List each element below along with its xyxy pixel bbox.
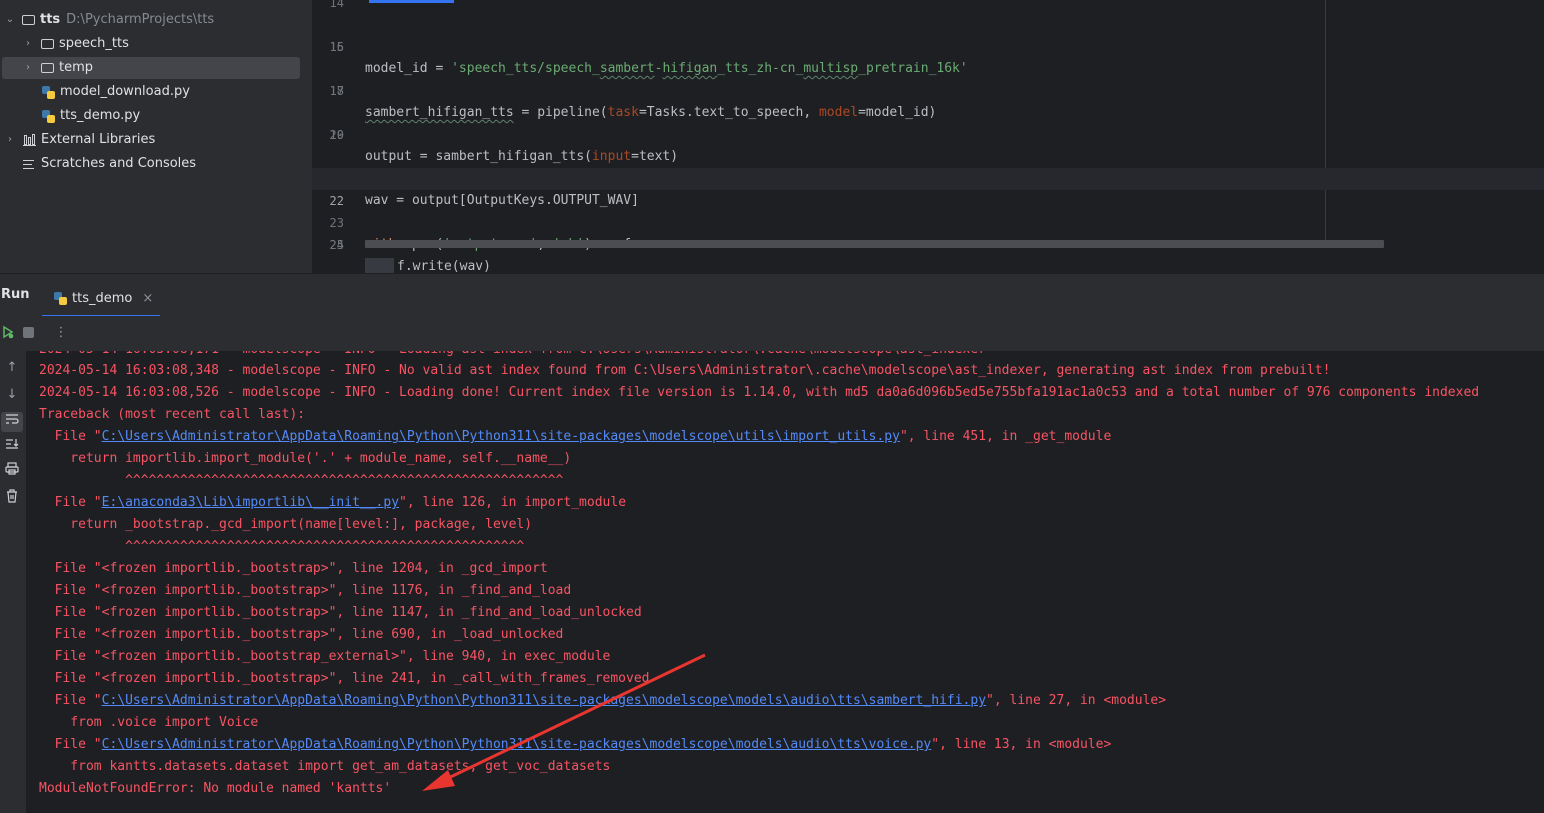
console-line: File "C:\Users\Administrator\AppData\Roa… bbox=[39, 429, 1112, 444]
library-icon bbox=[23, 134, 36, 146]
rerun-icon[interactable] bbox=[0, 325, 16, 341]
console-line: return importlib.import_module('.' + mod… bbox=[39, 451, 572, 466]
tree-item-external-libraries[interactable]: › External Libraries bbox=[4, 129, 155, 151]
run-title: Run bbox=[1, 287, 30, 302]
console-side-toolbar: ↑ ↓ bbox=[0, 351, 26, 813]
console-line: from .voice import Voice bbox=[39, 715, 259, 730]
tree-item-label: speech_tts bbox=[59, 36, 129, 51]
tree-item-label: model_download.py bbox=[60, 84, 190, 99]
chevron-right-icon[interactable]: › bbox=[22, 33, 34, 55]
scroll-to-end-icon[interactable] bbox=[1, 437, 23, 457]
close-icon[interactable]: × bbox=[142, 291, 153, 306]
line-number: 20 bbox=[329, 128, 344, 142]
code-line[interactable]: 19 output = sambert_hifigan_tts(input=te… bbox=[312, 102, 1544, 164]
current-line[interactable]: 22 bbox=[312, 168, 1544, 208]
line-number: 25 bbox=[329, 238, 344, 252]
project-tool-window: ⌄ tts D:\PycharmProjects\tts › speech_tt… bbox=[0, 0, 312, 273]
file-link[interactable]: C:\Users\Administrator\AppData\Roaming\P… bbox=[102, 737, 932, 752]
tree-item-tts-demo[interactable]: tts_demo.py bbox=[42, 105, 140, 127]
line-number: 14 bbox=[329, 0, 344, 10]
console-line: File "<frozen importlib._bootstrap>", li… bbox=[39, 583, 572, 598]
console-line: return _bootstrap._gcd_import(name[level… bbox=[39, 517, 533, 532]
code-editor[interactable]: 14 15 model_id = 'speech_tts/speech_samb… bbox=[312, 0, 1544, 276]
tree-item-model-download[interactable]: model_download.py bbox=[42, 81, 190, 103]
print-icon[interactable] bbox=[1, 462, 23, 482]
chevron-down-icon[interactable]: ⌄ bbox=[4, 9, 16, 31]
code-line[interactable]: 23 with open('output.wav', 'wb') as f: bbox=[312, 190, 1544, 252]
console-line: File "<frozen importlib._bootstrap>", li… bbox=[39, 605, 642, 620]
chevron-right-icon[interactable]: › bbox=[22, 57, 34, 79]
code-line[interactable]: 21 wav = output[OutputKeys.OUTPUT_WAV] bbox=[312, 146, 1544, 208]
folder-icon bbox=[22, 15, 35, 25]
arrow-down-icon[interactable]: ↓ bbox=[1, 385, 23, 405]
arrow-up-icon[interactable]: ↑ bbox=[1, 358, 23, 378]
tab-tts-demo[interactable]: tts_demo × bbox=[42, 282, 160, 317]
soft-wrap-icon[interactable] bbox=[1, 412, 23, 432]
file-link[interactable]: E:\anaconda3\Lib\importlib\__init__.py bbox=[102, 495, 399, 510]
console-line: File "<frozen importlib._bootstrap_exter… bbox=[39, 649, 611, 664]
file-link[interactable]: C:\Users\Administrator\AppData\Roaming\P… bbox=[102, 693, 986, 708]
tree-item-label: External Libraries bbox=[41, 132, 156, 147]
code-line[interactable]: 15 model_id = 'speech_tts/speech_sambert… bbox=[312, 14, 1544, 76]
tree-item-temp[interactable]: › temp bbox=[2, 57, 300, 79]
console-line: File "<frozen importlib._bootstrap>", li… bbox=[39, 561, 548, 576]
run-tool-window-header: Run tts_demo × bbox=[0, 273, 1544, 317]
horizontal-scrollbar[interactable] bbox=[365, 240, 1384, 248]
python-file-icon bbox=[54, 291, 67, 305]
stop-icon[interactable] bbox=[20, 325, 36, 341]
console-line: File "C:\Users\Administrator\AppData\Roa… bbox=[39, 737, 1112, 752]
trash-icon[interactable] bbox=[1, 489, 23, 509]
console-line: from kantts.datasets.dataset import get_… bbox=[39, 759, 611, 774]
chevron-right-icon[interactable]: › bbox=[4, 129, 16, 151]
console-line: File "C:\Users\Administrator\AppData\Roa… bbox=[39, 693, 1167, 708]
tree-item-label: tts_demo.py bbox=[60, 108, 141, 123]
console-line: 2024-05-14 16:03:08,348 - modelscope - I… bbox=[39, 363, 1331, 378]
file-link[interactable]: C:\Users\Administrator\AppData\Roaming\P… bbox=[102, 429, 900, 444]
root-name: tts bbox=[40, 12, 61, 27]
console-line: ^^^^^^^^^^^^^^^^^^^^^^^^^^^^^^^^^^^^^^^^… bbox=[39, 473, 564, 488]
tree-item-label: temp bbox=[59, 60, 94, 75]
root-path: D:\PycharmProjects\tts bbox=[66, 12, 215, 27]
folder-icon bbox=[41, 63, 54, 73]
more-vert-icon[interactable]: ⋮ bbox=[53, 325, 69, 341]
console-line: File "<frozen importlib._bootstrap>", li… bbox=[39, 671, 650, 686]
python-file-icon bbox=[42, 109, 55, 123]
console-line: File "E:\anaconda3\Lib\importlib\__init_… bbox=[39, 495, 627, 510]
tab-label: tts_demo bbox=[72, 290, 133, 306]
console-line: Traceback (most recent call last): bbox=[39, 407, 306, 422]
code-line[interactable]: 24 f.write(wav) bbox=[312, 212, 1544, 276]
error-line: ModuleNotFoundError: No module named 'ka… bbox=[39, 781, 392, 796]
line-number: 16 bbox=[329, 40, 344, 54]
code-line[interactable]: 17 sambert_hifigan_tts = pipeline(task=T… bbox=[312, 58, 1544, 120]
line-number: 18 bbox=[329, 84, 344, 98]
tree-item-scratches[interactable]: Scratches and Consoles bbox=[23, 153, 196, 175]
tree-item-speech-tts[interactable]: › speech_tts bbox=[22, 33, 129, 55]
console-output[interactable]: 2024-05-14 16:03:08,171 - modelscope - I… bbox=[27, 351, 1544, 813]
python-file-icon bbox=[42, 85, 55, 99]
console-line: File "<frozen importlib._bootstrap>", li… bbox=[39, 627, 564, 642]
folder-icon bbox=[41, 39, 54, 49]
console-line: ^^^^^^^^^^^^^^^^^^^^^^^^^^^^^^^^^^^^^^^^… bbox=[39, 539, 525, 554]
tree-item-label: Scratches and Consoles bbox=[41, 156, 197, 171]
tree-root-tts[interactable]: ⌄ tts D:\PycharmProjects\tts bbox=[4, 9, 214, 31]
scratches-icon bbox=[23, 159, 36, 170]
run-toolbar: ⋮ bbox=[0, 316, 1544, 352]
console-line: 2024-05-14 16:03:08,526 - modelscope - I… bbox=[39, 385, 1480, 400]
